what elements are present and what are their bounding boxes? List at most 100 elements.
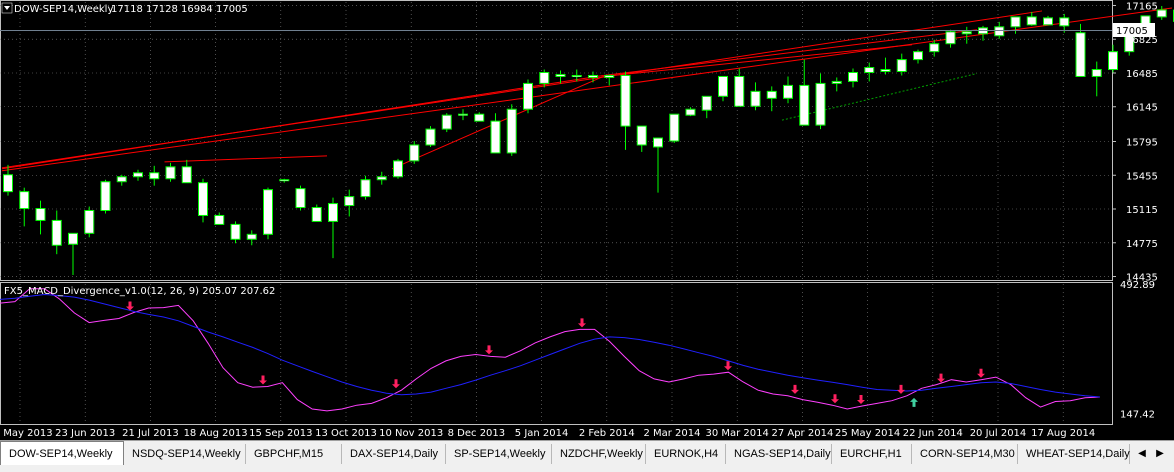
bear-candle [312,208,321,222]
bull-candle-fill [410,145,418,160]
price-tick-label: 15455 [1126,171,1158,182]
bear-candle [150,173,159,179]
bull-candle-fill [264,190,272,234]
bull-candle-fill [573,76,581,77]
indicator-title: FX5_MACD_Divergence_v1.0(12, 26, 9) 205.… [4,286,275,297]
bull-candle-fill [752,92,760,106]
bear-candle [199,183,208,216]
chart-tab[interactable]: SP-SEP14,Weekly [446,444,552,464]
bull-candle-fill [914,52,922,59]
bear-candle [20,192,29,209]
indicator-value-label: 492.89 [1120,280,1155,291]
chart-menu-icon[interactable] [2,3,12,13]
ohlc-header: 17118 17128 16984 17005 [111,4,248,15]
bear-candle [475,114,484,121]
bull-candle-fill [394,161,402,176]
bull-candle-fill [280,180,288,181]
chart-tab[interactable]: NSDQ-SEP14,Weekly [124,444,246,464]
bear-candle [215,215,224,224]
price-tick-label: 15795 [1126,137,1158,148]
bull-candle-fill [833,82,841,83]
chart-tab[interactable]: DAX-SEP14,Daily [342,444,446,464]
bull-candle-fill [719,77,727,96]
bull-candle-fill [1109,52,1117,69]
chart-tab[interactable]: NGAS-SEP14,Daily [726,444,832,464]
bull-candle-fill [605,76,613,77]
date-label: 26 May 2013 [0,428,53,439]
chart-tab[interactable]: CORN-SEP14,M30 [912,444,1018,464]
bear-candle [881,70,890,72]
date-label: 27 Apr 2014 [771,428,833,439]
bull-candle-fill [654,139,662,147]
bull-candle-fill [995,27,1003,35]
bull-candle-fill [1158,10,1166,16]
price-tick-label: 16485 [1126,69,1158,80]
bull-candle-fill [118,177,126,181]
date-label: 8 Dec 2013 [448,428,506,439]
bull-candle-fill [947,32,955,43]
scroll-left-icon[interactable]: ◀ [1134,446,1150,462]
price-tick-label: 15115 [1126,205,1158,216]
bear-candle [52,220,61,245]
bull-candle-fill [540,73,548,83]
chart-tab[interactable]: EURNOK,H4 [646,444,726,464]
chart-tab[interactable]: NZDCHF,Weekly [552,444,646,464]
bull-candle-fill [687,110,695,115]
bull-candle-fill [459,115,467,116]
bear-candle [182,167,191,183]
current-price-label: 17005 [1116,26,1148,37]
chart-tab[interactable]: GBPCHF,M15 [246,444,342,464]
bull-candle-fill [134,173,142,176]
bull-candle-fill [865,68,873,72]
chart-title: DOW-SEP14,Weekly [14,4,113,15]
bear-candle [1076,33,1085,77]
bull-candle-fill [1044,18,1052,24]
date-label: 17 Aug 2014 [1031,428,1095,439]
date-label: 5 Jan 2014 [515,428,569,439]
date-label: 22 Jun 2014 [903,428,963,439]
bull-candle-fill [443,116,451,129]
bear-candle [1027,17,1036,25]
bear-candle [491,121,500,153]
bull-candle-fill [102,182,110,210]
bear-candle [767,91,776,98]
bull-candle-fill [508,110,516,153]
date-label: 30 Mar 2014 [705,428,768,439]
date-label: 10 Nov 2013 [379,428,443,439]
bear-candle [735,76,744,106]
bull-candle-fill [427,130,435,145]
bull-candle-fill [345,197,353,205]
price-tick-label: 14775 [1126,239,1158,250]
bull-candle-fill [849,73,857,81]
date-label: 2 Feb 2014 [579,428,635,439]
bull-candle-fill [557,75,565,76]
bear-candle [231,224,240,239]
bull-candle-fill [1012,17,1020,26]
bull-candle-fill [69,234,77,244]
scroll-right-icon[interactable]: ▶ [1152,446,1168,462]
chart-tab[interactable]: DOW-SEP14,Weekly [0,441,124,465]
date-label: 2 Mar 2014 [643,428,700,439]
bull-candle-fill [670,115,678,141]
date-label: 20 Jul 2014 [970,428,1027,439]
chart-tab[interactable]: EURCHF,H1 [832,444,912,464]
price-tick-label: 16145 [1126,103,1158,114]
bear-candle [637,126,646,145]
bull-candle-fill [784,86,792,98]
date-label: 18 Aug 2013 [184,428,248,439]
bull-candle-fill [703,97,711,110]
bull-candle-fill [1093,70,1101,76]
bear-candle [36,209,45,221]
bull-candle-fill [898,60,906,71]
indicator-value-label: 147.42 [1120,410,1155,421]
chart-area[interactable]: 1716516825164851614515795154551511514775… [0,0,1174,440]
bear-candle [962,32,971,34]
bull-candle-fill [378,177,386,179]
bull-candle-fill [930,44,938,51]
chart-tab[interactable]: WHEAT-SEP14,Daily [1018,444,1130,464]
bear-candle [800,85,809,125]
bull-candle-fill [85,211,93,233]
date-label: 13 Oct 2013 [315,428,377,439]
bear-candle [589,75,598,77]
bull-candle-fill [248,235,256,239]
